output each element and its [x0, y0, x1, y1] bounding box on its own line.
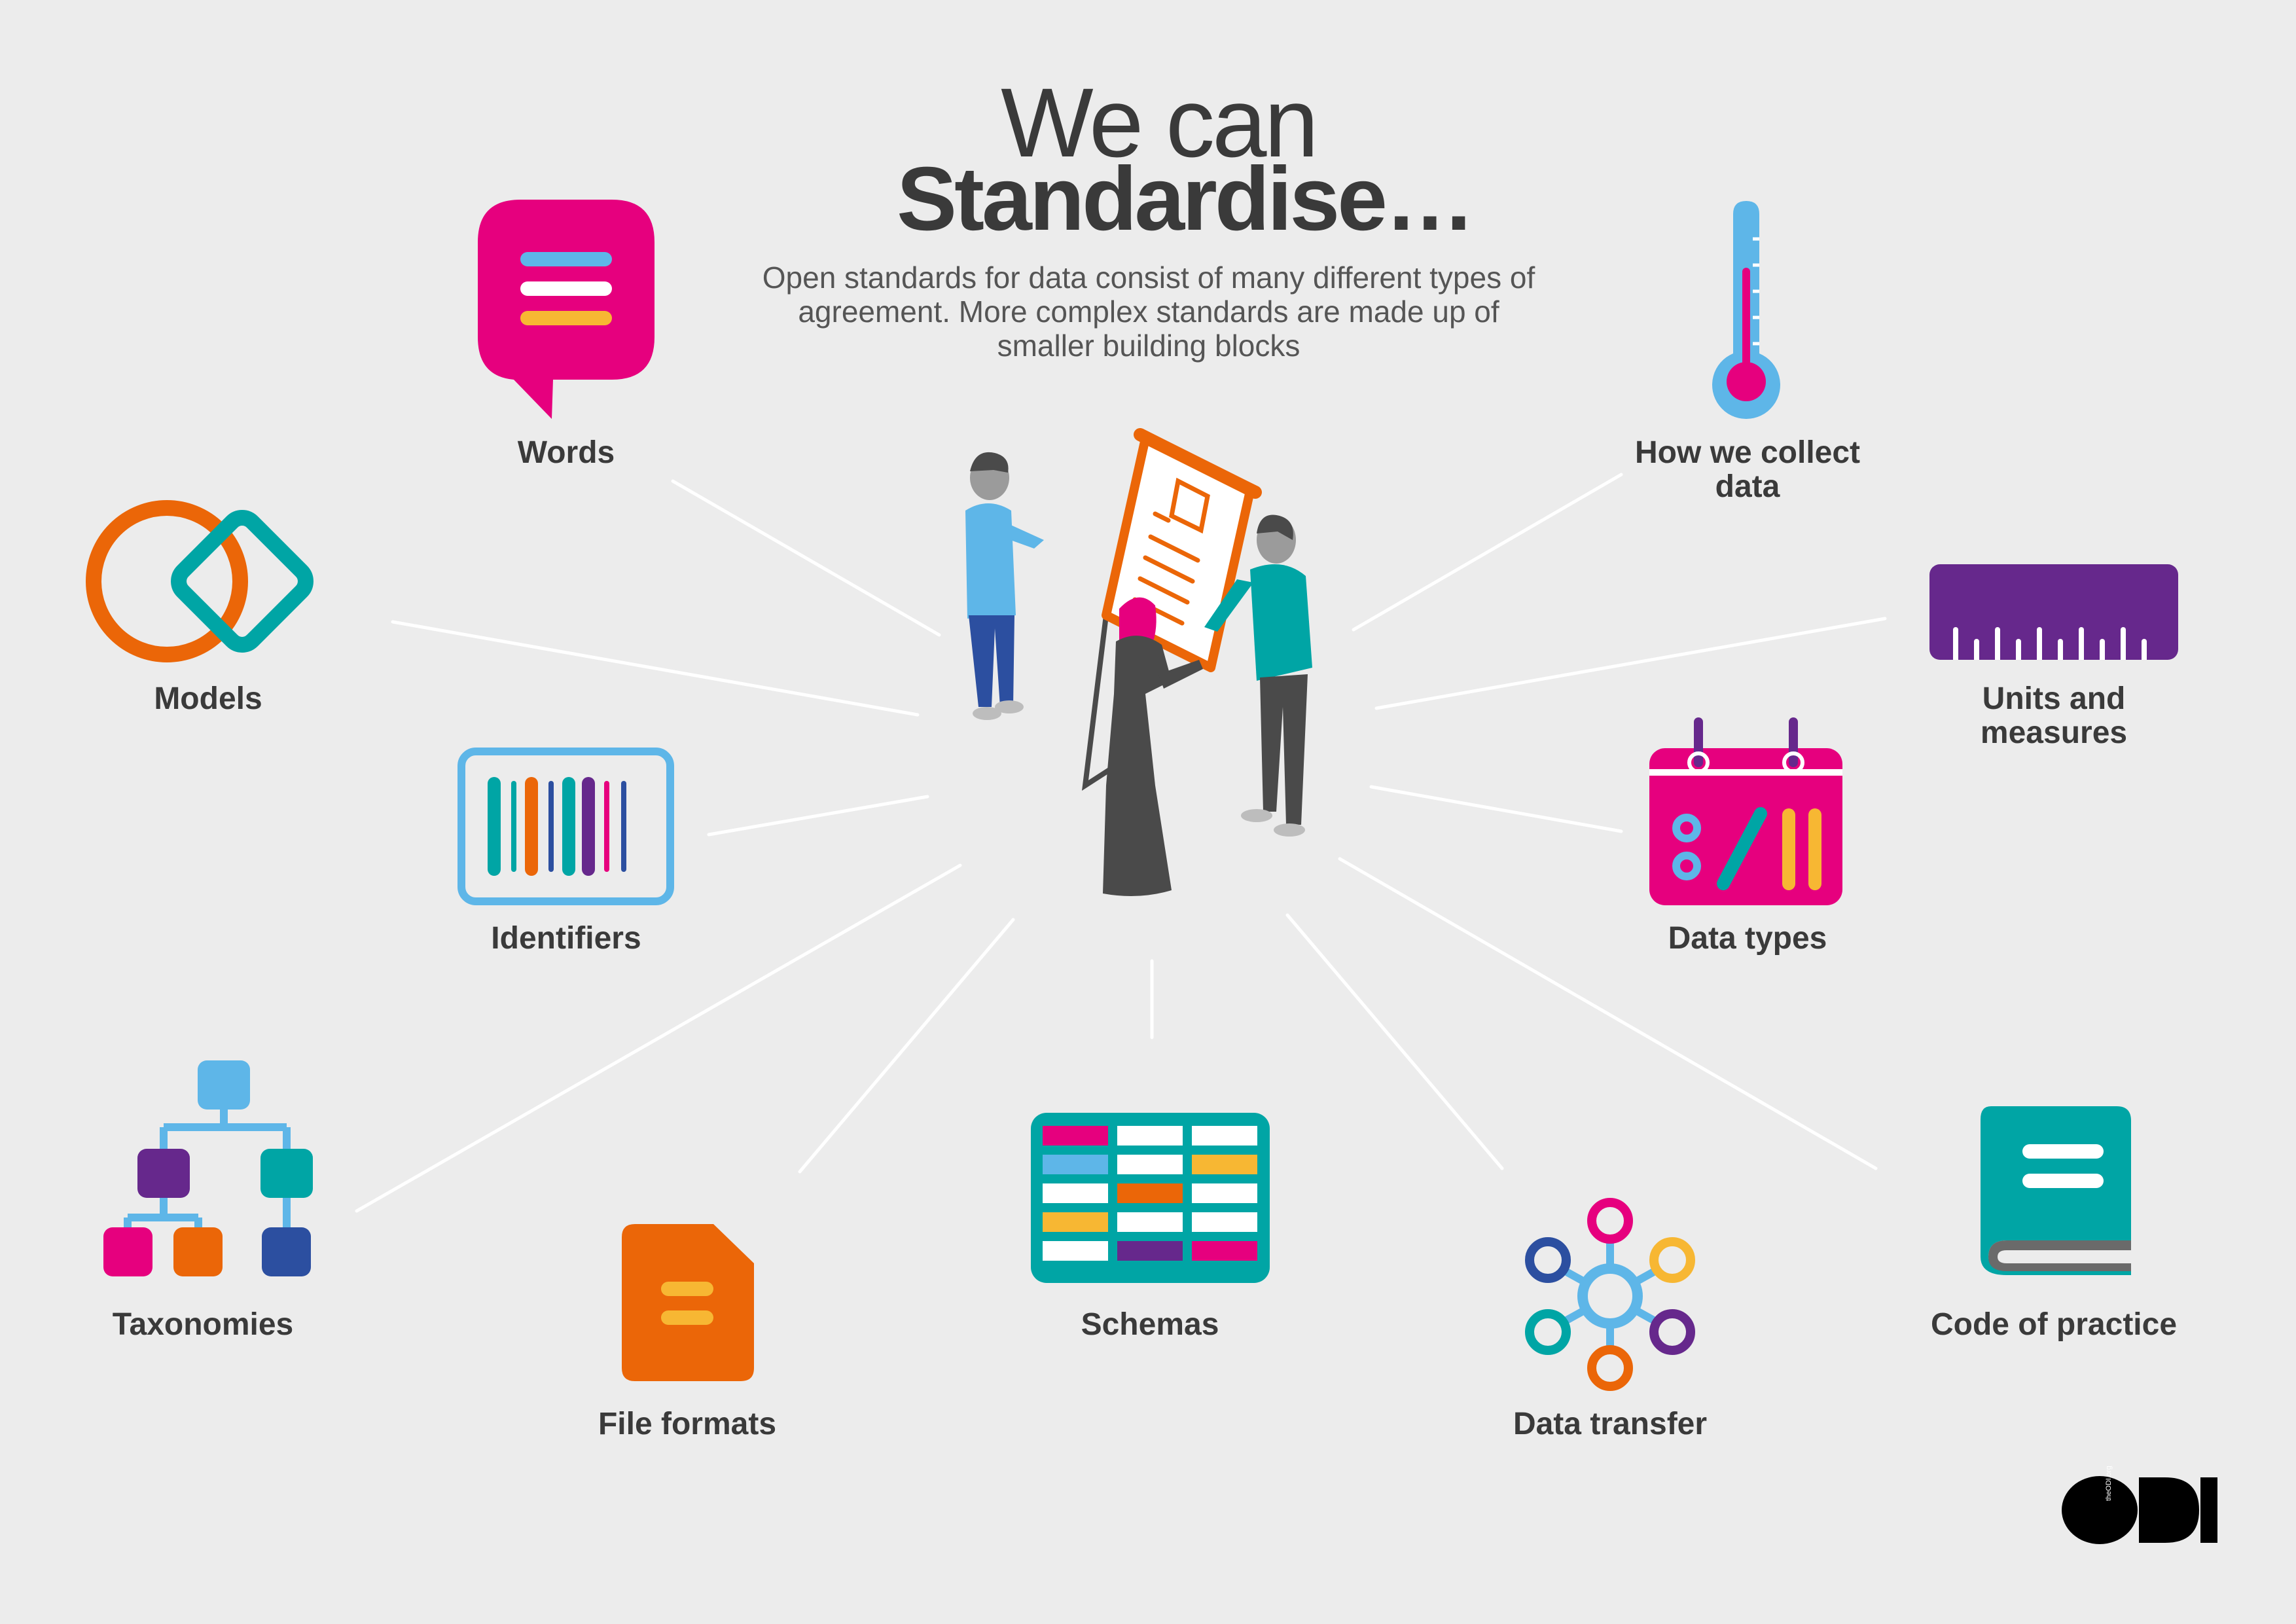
- odi-logo: theODI.org: [2062, 1466, 2219, 1545]
- label-file-formats: File formats: [598, 1407, 777, 1441]
- barcode-icon: [457, 748, 674, 905]
- network-nodes-icon: [1525, 1198, 1695, 1391]
- speech-bubble-icon: [478, 200, 655, 419]
- document-icon: [622, 1224, 754, 1381]
- thermometer-icon: [1712, 201, 1780, 419]
- label-code-of-practice: Code of practice: [1930, 1307, 2178, 1342]
- book-icon: [1981, 1106, 2131, 1275]
- label-schemas: Schemas: [1081, 1307, 1219, 1342]
- label-identifiers: Identifiers: [491, 921, 641, 956]
- label-models: Models: [154, 681, 262, 716]
- ruler-icon: [1929, 564, 2178, 660]
- label-data-transfer: Data transfer: [1513, 1407, 1708, 1441]
- label-data-types: Data types: [1668, 921, 1827, 956]
- label-units-and-measures: Units and measures: [1980, 681, 2128, 750]
- page-title: Standardise…: [897, 149, 1475, 249]
- overlapping-shapes-icon: [86, 500, 314, 662]
- label-taxonomies: Taxonomies: [112, 1307, 294, 1342]
- calendar-icon: [1649, 717, 1842, 905]
- subtitle: Open standards for data consist of many …: [762, 261, 1535, 363]
- label-how-we-collect-data: How we collect data: [1634, 435, 1861, 504]
- people-flipchart-illustration: [965, 428, 1312, 896]
- logo-url: theODI.org: [2105, 1466, 2113, 1501]
- hierarchy-icon: [103, 1060, 313, 1276]
- label-words: Words: [517, 435, 615, 470]
- table-grid-icon: [1031, 1113, 1270, 1283]
